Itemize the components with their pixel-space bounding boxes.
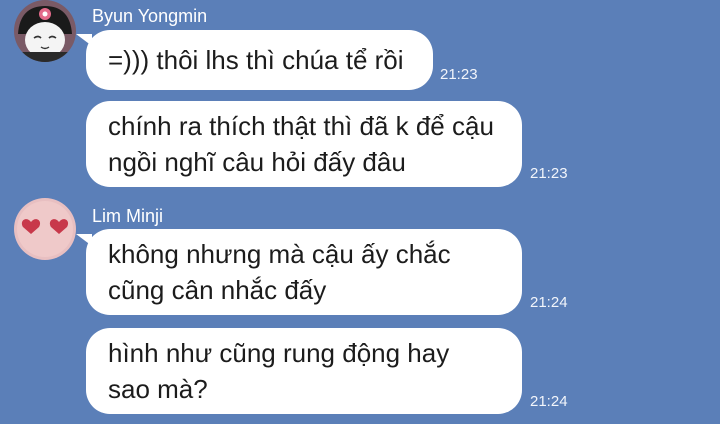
heart-eyes-avatar-icon <box>14 198 76 260</box>
message-text: =))) thôi lhs thì chúa tể rồi <box>108 45 404 75</box>
message-bubble[interactable]: chính ra thích thật thì đã k để cậu ngồi… <box>86 101 522 187</box>
message-timestamp: 21:24 <box>530 294 568 311</box>
message-timestamp: 21:24 <box>530 393 568 410</box>
message-timestamp: 21:23 <box>440 66 478 83</box>
message-timestamp: 21:23 <box>530 165 568 182</box>
message-bubble[interactable]: hình như cũng rung động hay sao mà? <box>86 328 522 414</box>
avatar[interactable] <box>14 0 76 62</box>
message-text: chính ra thích thật thì đã k để cậu ngồi… <box>108 111 494 177</box>
message-bubble[interactable]: không nhưng mà cậu ấy chắc cũng cân nhắc… <box>86 229 522 315</box>
sender-name: Byun Yongmin <box>92 6 208 26</box>
sender-name: Lim Minji <box>92 206 164 226</box>
message-text: không nhưng mà cậu ấy chắc cũng cân nhắc… <box>108 239 451 305</box>
chat-screen: { "colors": { "background": "#5b7fb8", "… <box>0 0 720 424</box>
message-text: hình như cũng rung động hay sao mà? <box>108 338 450 404</box>
avatar[interactable] <box>14 198 76 260</box>
kuromi-avatar-icon <box>14 0 76 62</box>
message-bubble[interactable]: =))) thôi lhs thì chúa tể rồi <box>86 30 433 90</box>
